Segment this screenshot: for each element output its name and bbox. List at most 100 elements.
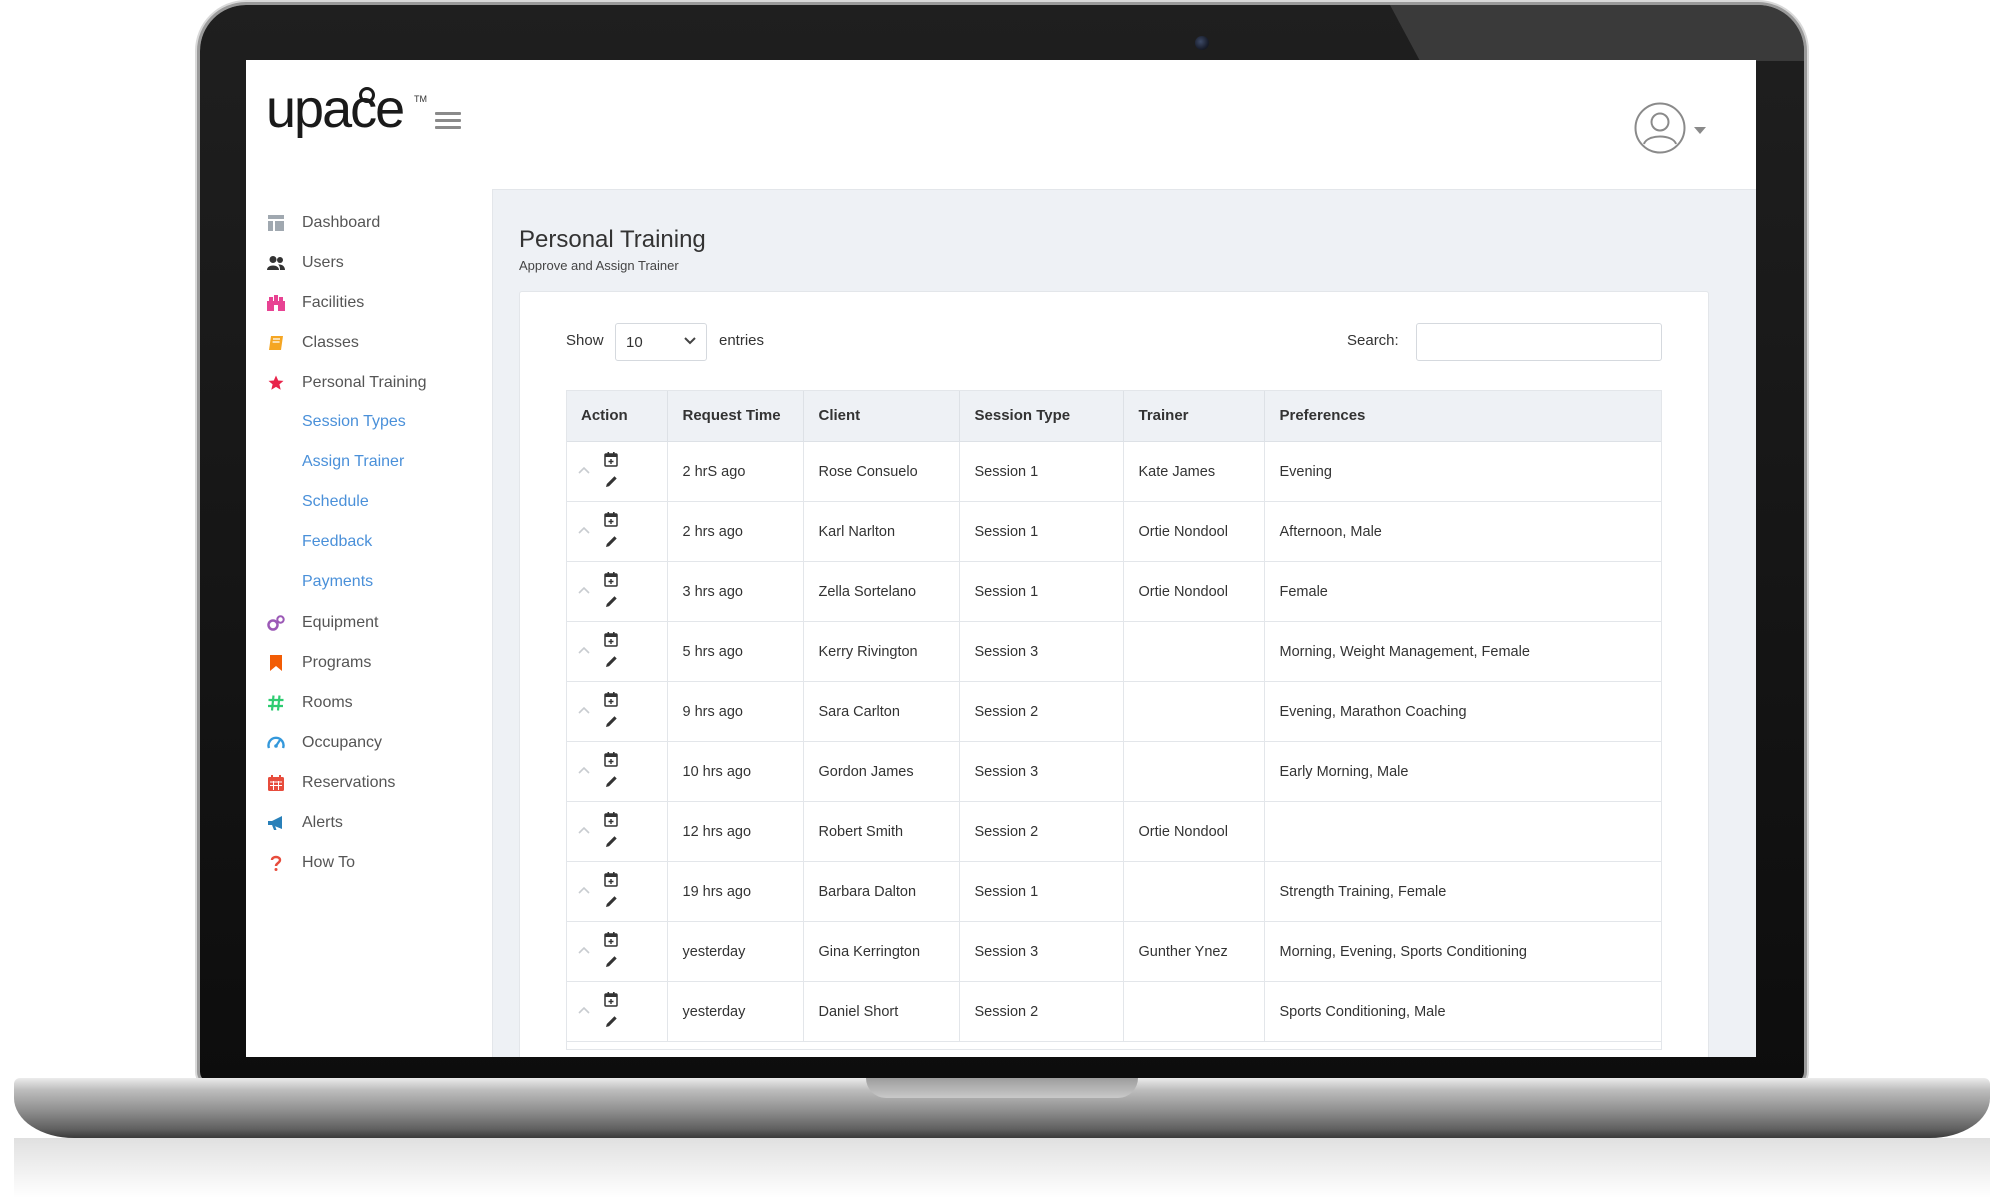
sidebar-subitem-payments[interactable]: Payments: [302, 573, 373, 591]
pencil-icon[interactable]: [605, 775, 618, 788]
request-time-cell: 2 hrS ago: [667, 441, 804, 502]
table-row[interactable]: yesterday Daniel Short Session 2 Sports …: [566, 981, 1662, 1042]
webcam: [1195, 36, 1209, 50]
table-row[interactable]: 2 hrs ago Karl Narlton Session 1 Ortie N…: [566, 501, 1662, 562]
equipment-icon: [266, 613, 286, 633]
column-header-client[interactable]: Client: [803, 390, 960, 442]
sidebar-item-personal-training[interactable]: Personal Training: [266, 369, 427, 397]
calendar-plus-icon[interactable]: [604, 932, 618, 947]
calendar-plus-icon[interactable]: [604, 452, 618, 467]
app-screen: upace TM Dashboard Users Facilities Clas…: [246, 60, 1756, 1057]
sidebar-subitem-feedback[interactable]: Feedback: [302, 533, 372, 551]
calendar-plus-icon[interactable]: [604, 992, 618, 1007]
pencil-icon[interactable]: [605, 1015, 618, 1028]
calendar-plus-icon[interactable]: [604, 872, 618, 887]
show-label: Show: [566, 332, 604, 349]
page-subtitle: Approve and Assign Trainer: [519, 258, 679, 273]
chevron-up-icon[interactable]: [578, 646, 590, 654]
sidebar: Dashboard Users Facilities Classes Perso…: [246, 189, 492, 1057]
chevron-up-icon[interactable]: [578, 826, 590, 834]
sidebar-item-reservations[interactable]: Reservations: [266, 769, 395, 797]
user-avatar-icon[interactable]: [1634, 102, 1686, 154]
table-row[interactable]: 9 hrs ago Sara Carlton Session 2 Evening…: [566, 681, 1662, 742]
table-row[interactable]: 12 hrs ago Robert Smith Session 2 Ortie …: [566, 801, 1662, 862]
calendar-plus-icon[interactable]: [604, 632, 618, 647]
upace-logo[interactable]: upace: [266, 82, 405, 136]
client-cell: Zella Sortelano: [803, 561, 960, 622]
table-row[interactable]: 10 hrs ago Gordon James Session 3 Early …: [566, 741, 1662, 802]
chevron-up-icon[interactable]: [578, 526, 590, 534]
facilities-icon: [266, 293, 286, 313]
calendar-plus-icon[interactable]: [604, 752, 618, 767]
sidebar-item-facilities[interactable]: Facilities: [266, 289, 364, 317]
column-header-session-type[interactable]: Session Type: [959, 390, 1124, 442]
sidebar-item-programs[interactable]: Programs: [266, 649, 371, 677]
chevron-down-icon: [684, 337, 696, 345]
client-cell: Karl Narlton: [803, 501, 960, 562]
table-row[interactable]: yesterday Gina Kerrington Session 3 Gunt…: [566, 921, 1662, 982]
preferences-cell: [1264, 801, 1662, 862]
star-icon: [266, 373, 286, 393]
chevron-up-icon[interactable]: [578, 766, 590, 774]
table-card: Show 10 entries Search: Action Request T…: [519, 291, 1709, 1057]
chevron-up-icon[interactable]: [578, 946, 590, 954]
page-title: Personal Training: [519, 226, 706, 253]
sidebar-subitem-session-types[interactable]: Session Types: [302, 413, 406, 431]
request-time-cell: 12 hrs ago: [667, 801, 804, 862]
chevron-up-icon[interactable]: [578, 1006, 590, 1014]
table-row[interactable]: 19 hrs ago Barbara Dalton Session 1 Stre…: [566, 861, 1662, 922]
sidebar-item-classes[interactable]: Classes: [266, 329, 359, 357]
calendar-plus-icon[interactable]: [604, 512, 618, 527]
pencil-icon[interactable]: [605, 715, 618, 728]
session-type-cell: Session 1: [959, 561, 1124, 622]
pencil-icon[interactable]: [605, 655, 618, 668]
pencil-icon[interactable]: [605, 535, 618, 548]
table-row[interactable]: 3 hrs ago Zella Sortelano Session 1 Orti…: [566, 561, 1662, 622]
column-header-request-time[interactable]: Request Time: [667, 390, 804, 442]
laptop-shadow: [14, 1138, 1990, 1198]
sidebar-item-rooms[interactable]: Rooms: [266, 689, 353, 717]
table-row[interactable]: 2 hrS ago Rose Consuelo Session 1 Kate J…: [566, 441, 1662, 502]
trainer-cell: [1123, 621, 1265, 682]
sidebar-item-how-to[interactable]: How To: [266, 849, 355, 877]
column-header-action[interactable]: Action: [566, 390, 668, 442]
sidebar-item-users[interactable]: Users: [266, 249, 344, 277]
sidebar-item-label: Programs: [302, 654, 372, 671]
dashboard-icon: [266, 213, 286, 233]
client-cell: Gina Kerrington: [803, 921, 960, 982]
entries-select[interactable]: 10: [615, 323, 707, 361]
chevron-up-icon[interactable]: [578, 586, 590, 594]
hamburger-menu-icon[interactable]: [435, 112, 461, 130]
pencil-icon[interactable]: [605, 895, 618, 908]
calendar-plus-icon[interactable]: [604, 692, 618, 707]
client-cell: Daniel Short: [803, 981, 960, 1042]
sidebar-item-equipment[interactable]: Equipment: [266, 609, 379, 637]
sidebar-subitem-schedule[interactable]: Schedule: [302, 493, 369, 511]
sidebar-item-alerts[interactable]: Alerts: [266, 809, 343, 837]
preferences-cell: Strength Training, Female: [1264, 861, 1662, 922]
caret-down-icon[interactable]: [1694, 127, 1706, 134]
calendar-plus-icon[interactable]: [604, 572, 618, 587]
chevron-up-icon[interactable]: [578, 886, 590, 894]
chevron-up-icon[interactable]: [578, 706, 590, 714]
calendar-plus-icon[interactable]: [604, 812, 618, 827]
sidebar-subitem-assign-trainer[interactable]: Assign Trainer: [302, 453, 404, 471]
column-header-trainer[interactable]: Trainer: [1123, 390, 1265, 442]
preferences-cell: Sports Conditioning, Male: [1264, 981, 1662, 1042]
sidebar-item-dashboard[interactable]: Dashboard: [266, 209, 380, 237]
column-header-preferences[interactable]: Preferences: [1264, 390, 1662, 442]
pencil-icon[interactable]: [605, 595, 618, 608]
chevron-up-icon[interactable]: [578, 466, 590, 474]
pencil-icon[interactable]: [605, 475, 618, 488]
table-row[interactable]: 5 hrs ago Kerry Rivington Session 3 Morn…: [566, 621, 1662, 682]
top-bar: upace TM: [246, 60, 1756, 189]
session-type-cell: Session 2: [959, 981, 1124, 1042]
session-type-cell: Session 3: [959, 621, 1124, 682]
action-cell: [566, 501, 668, 562]
sidebar-item-occupancy[interactable]: Occupancy: [266, 729, 382, 757]
pencil-icon[interactable]: [605, 835, 618, 848]
request-time-cell: 10 hrs ago: [667, 741, 804, 802]
pencil-icon[interactable]: [605, 955, 618, 968]
session-type-cell: Session 3: [959, 921, 1124, 982]
search-input[interactable]: [1416, 323, 1662, 361]
